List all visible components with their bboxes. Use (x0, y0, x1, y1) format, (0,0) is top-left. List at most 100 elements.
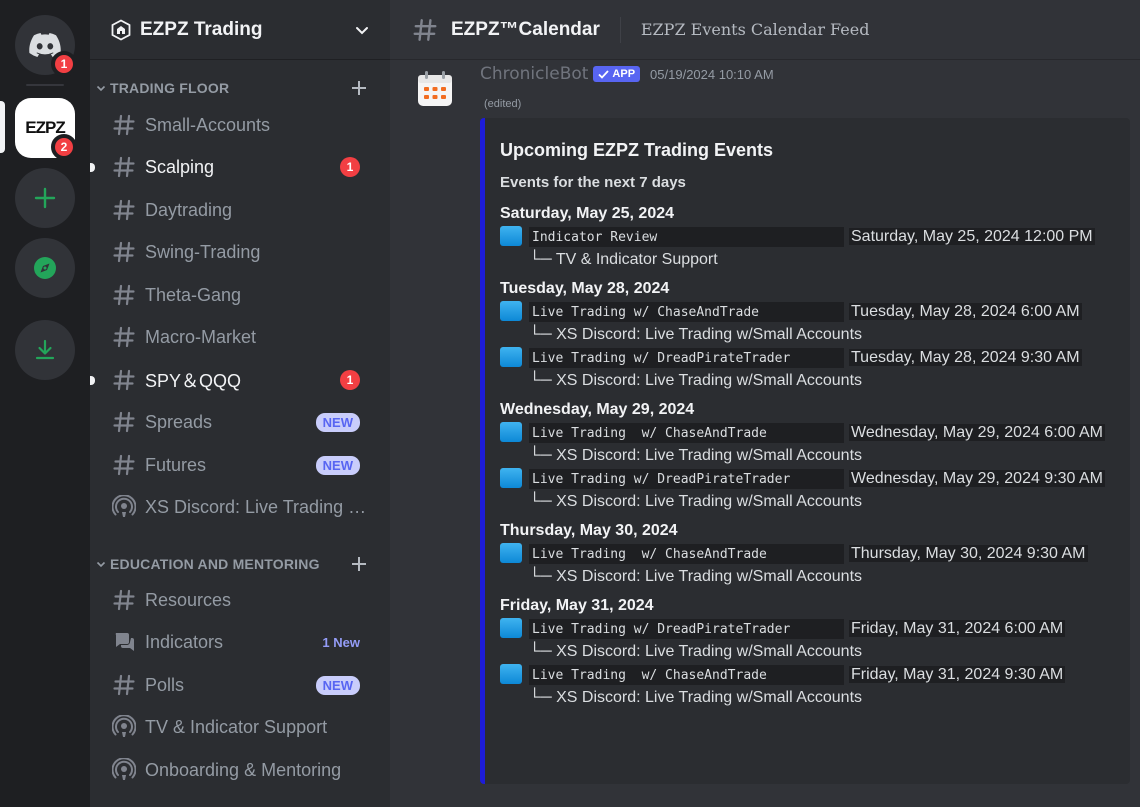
channel-swing-trading[interactable]: Swing-Trading (108, 233, 372, 271)
chevron-down-icon (96, 85, 106, 92)
channel-scalping[interactable]: Scalping 1 (90, 148, 372, 186)
event-time[interactable]: Wednesday, May 29, 2024 6:00 AM (849, 424, 1106, 441)
home-mention-badge: 1 (51, 51, 77, 77)
hash-icon (113, 589, 135, 611)
channel-sidebar: EZPZ Trading TRADING FLOOR Small-Account… (90, 0, 390, 807)
event-time[interactable]: Wednesday, May 29, 2024 9:30 AM (849, 470, 1106, 487)
event-days: Saturday, May 25, 2024 Indicator Review Sa… (500, 205, 1118, 709)
channel-xs-discord-live-trading-w-small-accounts[interactable]: XS Discord: Live Trading w/Small Account… (108, 488, 372, 526)
plus-icon (34, 187, 56, 209)
new-badge: NEW (315, 412, 360, 432)
message-header: ChronicleBot APP 05/19/2024 10:10 AM (480, 64, 774, 84)
blue-square-icon (500, 347, 522, 367)
hash-icon (113, 674, 135, 696)
event-name: Indicator Review (529, 227, 844, 247)
hash-icon (113, 284, 135, 306)
channel-onboarding-mentoring[interactable]: Onboarding & Mentoring (108, 751, 372, 789)
channel-name: Futures (145, 454, 207, 475)
event-day: Friday, May 31, 2024 Live Trading w/ Drea… (500, 597, 1118, 709)
unread-indicator (90, 162, 95, 172)
event-location: └─ XS Discord: Live Trading w/Small Acco… (529, 643, 863, 660)
channel-spy-qqq[interactable]: SPY＆QQQ 1 (90, 361, 372, 399)
unread-indicator (90, 375, 95, 385)
event-item: Live Trading w/ DreadPirateTrader Tuesday… (500, 346, 1118, 392)
author-name[interactable]: ChronicleBot (480, 64, 588, 84)
channel-theta-gang[interactable]: Theta-Gang (108, 276, 372, 314)
guild-name: EZPZ Trading (140, 18, 263, 40)
hash-icon (113, 156, 135, 178)
explore-servers-button[interactable] (15, 238, 75, 298)
calendar-bot-avatar-icon[interactable] (416, 70, 454, 108)
new-badge: NEW (315, 455, 360, 475)
channel-small-accounts[interactable]: Small-Accounts (108, 106, 372, 144)
event-item: Live Trading w/ DreadPirateTrader Wednesd… (500, 467, 1118, 513)
event-time[interactable]: Friday, May 31, 2024 9:30 AM (849, 666, 1066, 683)
channel-daytrading[interactable]: Daytrading (108, 191, 372, 229)
blue-square-icon (500, 422, 522, 442)
guild-header[interactable]: EZPZ Trading (90, 0, 390, 60)
discord-home-button[interactable]: 1 (15, 15, 77, 77)
chat-area: EZPZ™Calendar EZPZ Events Calendar Feed … (390, 0, 1140, 807)
event-item: Indicator Review Saturday, May 25, 2024 1… (500, 225, 1118, 271)
hash-icon (113, 199, 135, 221)
chevron-down-icon[interactable] (354, 22, 370, 38)
event-time[interactable]: Saturday, May 25, 2024 12:00 PM (849, 228, 1095, 245)
event-time[interactable]: Friday, May 31, 2024 6:00 AM (849, 620, 1066, 637)
channel-name: Swing-Trading (145, 241, 261, 262)
event-location: └─ XS Discord: Live Trading w/Small Acco… (529, 568, 863, 585)
category-education-and-mentoring[interactable]: EDUCATION AND MENTORING (90, 552, 390, 576)
new-badge: NEW (315, 675, 360, 695)
mention-badge: 1 (340, 157, 360, 177)
hash-icon (113, 411, 135, 433)
day-label: Thursday, May 30, 2024 (500, 522, 678, 539)
channel-polls[interactable]: Polls NEW (108, 666, 372, 704)
event-time[interactable]: Tuesday, May 28, 2024 6:00 AM (849, 303, 1082, 320)
message-timestamp[interactable]: 05/19/2024 10:10 AM (650, 67, 774, 82)
mention-badge: 1 (340, 370, 360, 390)
ezpz-server-icon[interactable]: EZPZ 2 (15, 98, 77, 160)
channel-name: Scalping (145, 156, 215, 177)
event-time[interactable]: Tuesday, May 28, 2024 9:30 AM (849, 349, 1082, 366)
channel-macro-market[interactable]: Macro-Market (108, 318, 372, 356)
edited-label: (edited) (484, 98, 522, 110)
channel-spreads[interactable]: Spreads NEW (108, 403, 372, 441)
add-server-button[interactable] (15, 168, 75, 228)
hash-icon (113, 326, 135, 348)
compass-icon (34, 257, 56, 279)
hash-icon (113, 454, 135, 476)
event-name: Live Trading w/ DreadPirateTrader (529, 619, 844, 639)
create-channel-icon[interactable] (350, 555, 368, 573)
channel-resources[interactable]: Resources (108, 581, 372, 619)
event-name: Live Trading w/ ChaseAndTrade (529, 665, 844, 685)
channel-name: Spreads (145, 411, 213, 432)
channel-futures[interactable]: Futures NEW (108, 446, 372, 484)
app-tag-label: APP (612, 68, 636, 80)
event-location: └─ XS Discord: Live Trading w/Small Acco… (529, 447, 863, 464)
event-location: └─ XS Discord: Live Trading w/Small Acco… (529, 493, 863, 510)
channel-indicators[interactable]: Indicators 1 New (108, 623, 372, 661)
category-trading-floor[interactable]: TRADING FLOOR (90, 76, 390, 100)
forum-channel-icon (115, 633, 134, 651)
create-channel-icon[interactable] (350, 79, 368, 97)
day-label: Friday, May 31, 2024 (500, 597, 654, 614)
channel-name: Theta-Gang (145, 284, 242, 305)
day-label: Wednesday, May 29, 2024 (500, 401, 695, 418)
event-time[interactable]: Thursday, May 30, 2024 9:30 AM (849, 545, 1088, 562)
embed-subtitle: Events for the next 7 days (500, 174, 686, 191)
chevron-down-icon (96, 561, 106, 568)
event-location: └─ TV & Indicator Support (529, 251, 718, 268)
day-label: Tuesday, May 28, 2024 (500, 280, 670, 297)
blue-square-icon (500, 618, 522, 638)
stage-channel-icon (112, 715, 136, 737)
channel-name: Small-Accounts (145, 114, 271, 135)
events-embed: Upcoming EZPZ Trading Events Events for … (480, 118, 1130, 784)
event-item: Live Trading w/ ChaseAndTrade Tuesday, Ma… (500, 300, 1118, 346)
ezpz-mention-badge: 2 (51, 134, 77, 160)
event-item: Live Trading w/ DreadPirateTrader Friday,… (500, 617, 1118, 663)
download-apps-button[interactable] (15, 320, 75, 380)
channel-name: Onboarding & Mentoring (145, 759, 342, 780)
channel-topic[interactable]: EZPZ Events Calendar Feed (641, 20, 870, 39)
header-divider (619, 16, 621, 43)
channel-tv-indicator-support[interactable]: TV & Indicator Support (108, 708, 372, 746)
blue-square-icon (500, 301, 522, 321)
